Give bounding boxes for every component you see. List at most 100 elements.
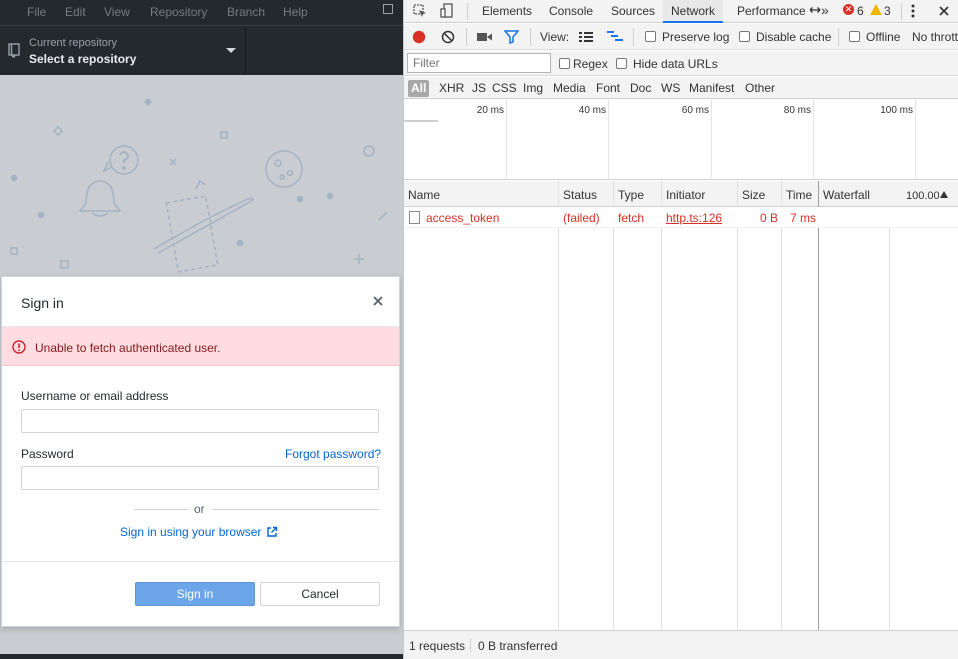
type-doc[interactable]: Doc (627, 80, 654, 97)
external-link-icon[interactable] (266, 526, 278, 538)
warning-count[interactable]: 3 (884, 4, 891, 18)
menu-view[interactable]: View (104, 5, 130, 19)
menu-edit[interactable]: Edit (65, 5, 86, 19)
throttling-select[interactable]: No throttling (912, 30, 958, 44)
hide-data-urls-checkbox[interactable] (616, 58, 627, 69)
overview-gridline (915, 100, 916, 180)
type-ws[interactable]: WS (658, 80, 683, 97)
transferred-size: 0 B transferred (478, 639, 558, 653)
menu-branch[interactable]: Branch (227, 5, 265, 19)
repo-icon (8, 43, 20, 58)
table-row[interactable]: access_token (failed) fetch http.ts:126 … (404, 207, 958, 228)
menu-help[interactable]: Help (283, 5, 308, 19)
waterfall-scale-label[interactable]: 100.00 (906, 190, 940, 202)
error-badge-icon[interactable]: ✕ (843, 4, 854, 15)
header-divider (781, 181, 782, 207)
overview-gridline (608, 100, 609, 180)
waterfall-overview-icon[interactable] (607, 30, 623, 43)
capture-screenshots-icon[interactable] (477, 32, 493, 42)
dialog-footer-divider (2, 561, 399, 562)
clear-icon[interactable] (441, 30, 455, 44)
header-divider (818, 181, 819, 207)
request-name[interactable]: access_token (426, 211, 499, 225)
offline-checkbox[interactable] (849, 31, 860, 42)
warning-badge-icon[interactable] (870, 4, 882, 15)
network-toolbar: View: Preserve log Disable cache Offline… (404, 24, 958, 50)
or-divider-right (212, 509, 379, 510)
large-rows-icon[interactable] (579, 31, 593, 43)
error-count[interactable]: 6 (857, 4, 864, 18)
tab-console[interactable]: Console (541, 0, 601, 23)
or-divider-left (134, 509, 189, 510)
request-initiator-link[interactable]: http.ts:126 (666, 211, 722, 225)
type-xhr[interactable]: XHR (436, 80, 467, 97)
preserve-log-checkbox[interactable] (645, 31, 656, 42)
column-type[interactable]: Type (618, 188, 644, 202)
type-font[interactable]: Font (593, 80, 623, 97)
error-message: Unable to fetch authenticated user. (35, 341, 221, 355)
network-overview[interactable]: 20 ms 40 ms 60 ms 80 ms 100 ms (404, 100, 958, 180)
status-divider (470, 638, 471, 652)
maximize-icon[interactable] (383, 4, 393, 14)
column-name[interactable]: Name (408, 188, 440, 202)
preserve-log-label[interactable]: Preserve log (662, 30, 729, 44)
cancel-button[interactable]: Cancel (260, 582, 380, 606)
header-divider (661, 181, 662, 207)
current-repository-button[interactable]: Current repository Select a repository (0, 26, 246, 75)
disable-cache-checkbox[interactable] (739, 31, 750, 42)
type-other[interactable]: Other (742, 80, 778, 97)
close-icon[interactable] (936, 3, 952, 19)
record-icon[interactable] (412, 30, 426, 44)
column-time[interactable]: Time (786, 188, 812, 202)
regex-checkbox[interactable] (559, 58, 570, 69)
hide-data-urls-label[interactable]: Hide data URLs (633, 57, 718, 71)
inspect-element-icon[interactable] (413, 4, 427, 18)
toolbar-divider-4 (838, 28, 839, 46)
type-media[interactable]: Media (550, 80, 589, 97)
type-all[interactable]: All (408, 80, 430, 97)
sign-in-button[interactable]: Sign in (135, 582, 255, 606)
username-input[interactable] (21, 409, 379, 433)
close-icon[interactable] (371, 294, 385, 308)
more-tabs-icon[interactable]: » (821, 2, 829, 18)
kebab-menu-icon[interactable] (910, 4, 916, 18)
device-toolbar-icon[interactable] (440, 3, 454, 19)
overview-tick-label: 40 ms (578, 105, 606, 116)
offline-label[interactable]: Offline (866, 30, 900, 44)
column-divider (889, 181, 890, 630)
overview-gridline (711, 100, 712, 180)
tab-network[interactable]: Network (663, 0, 724, 23)
disable-cache-label[interactable]: Disable cache (756, 30, 831, 44)
toolbar-divider-3 (633, 28, 634, 46)
type-css[interactable]: CSS (489, 80, 520, 97)
tab-elements[interactable]: Elements (474, 0, 540, 23)
overview-gridline (506, 100, 507, 180)
column-divider (613, 181, 614, 630)
password-input[interactable] (21, 466, 379, 490)
github-desktop-window: File Edit View Repository Branch Help Cu… (0, 0, 403, 659)
type-img[interactable]: Img (520, 80, 546, 97)
drag-resize-icon[interactable] (809, 5, 821, 15)
column-initiator[interactable]: Initiator (666, 188, 705, 202)
request-status: (failed) (563, 211, 600, 225)
filter-icon[interactable] (504, 30, 519, 44)
sort-ascending-icon[interactable] (940, 191, 948, 198)
sign-in-browser-link[interactable]: Sign in using your browser (120, 525, 261, 539)
username-label: Username or email address (21, 389, 169, 403)
tab-performance[interactable]: Performance (729, 0, 814, 23)
column-size[interactable]: Size (742, 188, 765, 202)
regex-label[interactable]: Regex (573, 57, 608, 71)
column-divider (558, 181, 559, 630)
dialog-title: Sign in (21, 295, 64, 311)
overview-gridline (813, 100, 814, 180)
type-js[interactable]: JS (469, 80, 489, 97)
app-menubar: File Edit View Repository Branch Help (0, 0, 403, 25)
menu-file[interactable]: File (27, 5, 46, 19)
type-manifest[interactable]: Manifest (686, 80, 737, 97)
tab-sources[interactable]: Sources (603, 0, 663, 23)
filter-input[interactable] (407, 53, 551, 73)
forgot-password-link[interactable]: Forgot password? (285, 447, 381, 461)
column-status[interactable]: Status (563, 188, 597, 202)
menu-repository[interactable]: Repository (150, 5, 207, 19)
column-waterfall[interactable]: Waterfall (823, 188, 870, 202)
